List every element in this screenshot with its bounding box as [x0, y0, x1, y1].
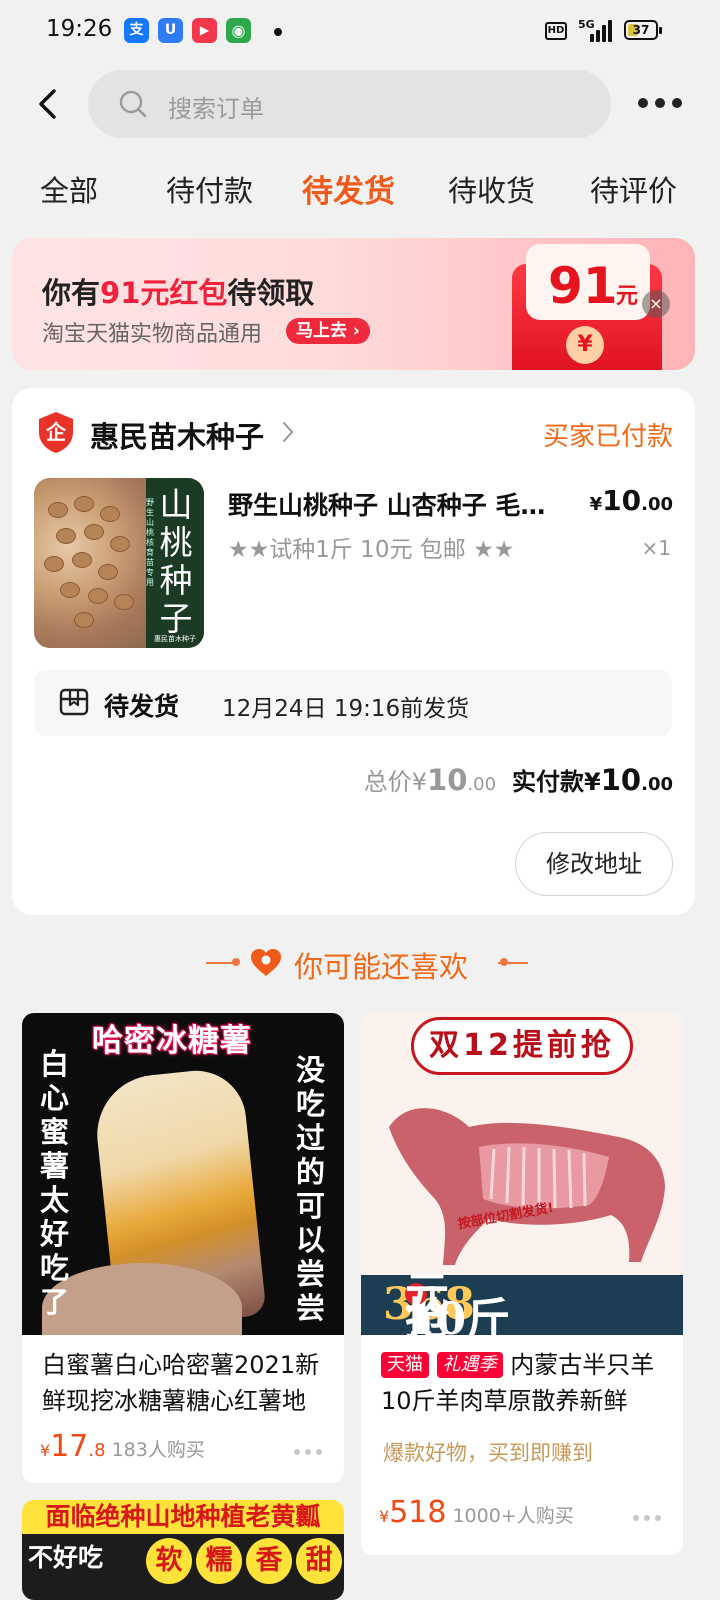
shipping-deadline: 12月24日 19:16前发货 — [222, 696, 470, 722]
alipay-icon: 支 — [124, 18, 149, 43]
banner-subtitle: 淘宝天猫实物商品通用 — [42, 322, 263, 347]
paid-amount: 实付款¥10.00 — [512, 763, 673, 797]
product-image: 不好吃 软 糯 香 甜 — [22, 1534, 344, 1600]
sold-count: 1000+人购买 — [452, 1505, 574, 1527]
order-total: 总价¥10.00 实付款¥10.00 — [364, 762, 673, 797]
svg-text:企: 企 — [45, 420, 67, 444]
status-bar: 19:26 支 U ▶ ◉ HD 5G 37 — [0, 0, 720, 62]
product-title: 天猫 礼遇季 内蒙古半只羊10斤羊肉草原散养新鲜 — [381, 1351, 655, 1415]
image-left-text: 白心蜜薯太好吃了 — [40, 1047, 70, 1319]
promo-tag: 礼遇季 — [436, 1352, 503, 1378]
tab-pending-payment[interactable]: 待付款 — [166, 168, 253, 210]
image-headline: 哈密冰糖薯 — [92, 1023, 252, 1059]
seeds-photo — [34, 478, 146, 648]
more-icon[interactable] — [294, 1449, 322, 1457]
recommend-title: 你可能还喜欢 — [294, 950, 469, 984]
shipping-status-label: 待发货 — [104, 692, 180, 721]
order-status: 买家已付款 — [542, 422, 673, 452]
image-right-text: 没吃过的可以尝尝 — [296, 1053, 326, 1325]
tab-all[interactable]: 全部 — [40, 168, 98, 210]
red-packet-banner[interactable]: 你有91元红包待领取 淘宝天猫实物商品通用 马上去 › 91 元 ¥ × — [12, 238, 695, 370]
status-time: 19:26 — [46, 16, 113, 42]
shop-name-link[interactable]: 惠民苗木种子 — [90, 414, 264, 456]
recommend-header: 你可能还喜欢 — [0, 940, 720, 986]
video-app-icon: ▶ — [192, 18, 217, 43]
shield-app-icon: U — [158, 18, 183, 43]
tmall-tag: 天猫 — [381, 1352, 429, 1378]
battery-level: 37 — [632, 23, 650, 37]
modify-address-button[interactable]: 修改地址 — [515, 832, 673, 896]
item-quantity: ×1 — [641, 536, 671, 560]
item-price: ¥10.00 — [589, 484, 673, 517]
red-packet-icon: 91 元 ¥ — [512, 244, 662, 370]
product-image: 哈密冰糖薯 白心蜜薯太好吃了 没吃过的可以尝尝 — [22, 1013, 344, 1335]
hd-icon: HD — [545, 22, 567, 40]
sold-count: 183人购买 — [111, 1439, 205, 1461]
more-icon[interactable] — [633, 1515, 661, 1523]
back-arrow-icon[interactable] — [34, 88, 64, 120]
search-icon — [119, 90, 147, 118]
heart-icon — [251, 949, 281, 976]
search-placeholder: 搜索订单 — [168, 95, 264, 123]
notification-dot-icon — [274, 28, 282, 36]
search-input[interactable]: 搜索订单 — [88, 70, 611, 138]
order-card[interactable]: 企 惠民苗木种子 买家已付款 野生山桃核 育苗专用 山桃种子 惠民苗木种子 野生… — [12, 388, 695, 915]
banner-title: 你有91元红包待领取 — [42, 276, 315, 310]
image-price-strip: 10斤 368 元抢 — [361, 1272, 683, 1335]
yuan-coin-icon: ¥ — [566, 326, 604, 364]
battery-icon: 37 — [624, 20, 662, 40]
signal-icon — [590, 20, 614, 42]
chevron-right-icon — [283, 422, 294, 442]
go-now-button[interactable]: 马上去 › — [286, 318, 370, 344]
recommended-product-card[interactable]: 哈密冰糖薯 白心蜜薯太好吃了 没吃过的可以尝尝 白蜜薯白心哈密薯2021新鲜现挖… — [22, 1013, 344, 1483]
product-thumbnail[interactable]: 野生山桃核 育苗专用 山桃种子 惠民苗木种子 — [34, 478, 204, 648]
lamb-carcass-image — [389, 1108, 665, 1265]
item-title[interactable]: 野生山桃种子 山杏种子 毛桃种子 — [228, 486, 558, 522]
image-headline: 双12提前抢 — [429, 1028, 615, 1063]
game-app-icon: ◉ — [226, 18, 251, 43]
thumbnail-label: 野生山桃核 育苗专用 山桃种子 惠民苗木种子 — [146, 478, 204, 648]
tab-pending-review[interactable]: 待评价 — [590, 168, 677, 210]
product-image: 双12提前抢 按部位切割发货! 10斤 368 元抢 — [361, 1013, 683, 1335]
item-sku: ★★试种1斤 10元 包邮 ★★ — [228, 537, 515, 563]
product-price: ¥518 1000+人购买 — [379, 1495, 574, 1530]
tab-pending-receipt[interactable]: 待收货 — [448, 168, 535, 210]
recommended-product-card[interactable]: 面临绝种山地种植老黄瓤 不好吃 软 糯 香 甜 — [22, 1500, 344, 1600]
close-icon[interactable]: × — [642, 290, 670, 318]
red-packet-unit: 元 — [616, 284, 639, 309]
more-options-icon[interactable] — [638, 96, 682, 110]
tab-pending-shipment[interactable]: 待发货 — [302, 166, 395, 211]
shipping-status-box[interactable]: 待发货 12月24日 19:16前发货 — [34, 670, 672, 736]
red-packet-amount: 91 — [548, 257, 618, 315]
image-headline: 面临绝种山地种植老黄瓤 — [22, 1500, 344, 1534]
product-price: ¥17.8 183人购买 — [40, 1429, 205, 1464]
package-icon — [59, 688, 89, 716]
product-subtitle: 爆款好物，买到即赚到 — [383, 1441, 593, 1465]
product-title: 白蜜薯白心哈密薯2021新鲜现挖冰糖薯糖心红薯地 — [42, 1351, 320, 1415]
enterprise-shop-badge-icon: 企 — [39, 412, 73, 453]
total-price: 总价¥10.00 — [363, 763, 497, 797]
recommended-product-card[interactable]: 双12提前抢 按部位切割发货! 10斤 368 元抢 天猫 礼遇季 内蒙古半只羊10… — [361, 1013, 683, 1555]
